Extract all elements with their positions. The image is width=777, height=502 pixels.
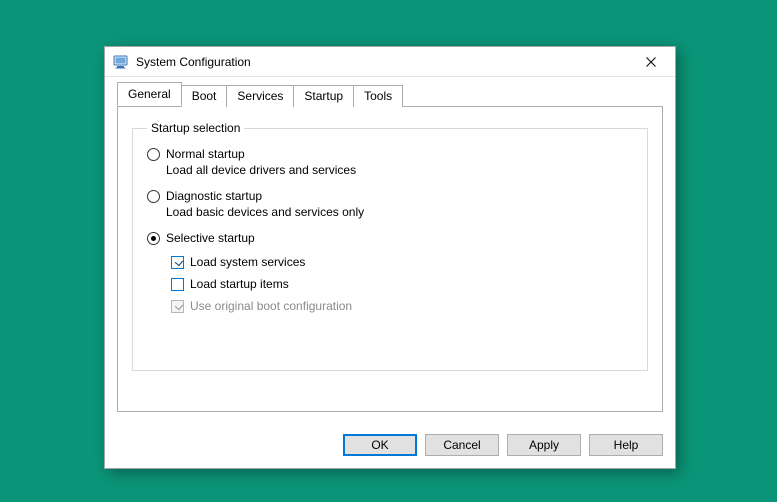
app-icon xyxy=(113,54,129,70)
tab-startup[interactable]: Startup xyxy=(293,85,354,107)
dialog-body: General Boot Services Startup Tools Star… xyxy=(105,77,675,424)
checkbox-icon xyxy=(171,300,184,313)
checkbox-label: Use original boot configuration xyxy=(190,299,352,313)
radio-label: Normal startup xyxy=(166,147,245,161)
cancel-button[interactable]: Cancel xyxy=(425,434,499,456)
title-bar: System Configuration xyxy=(105,47,675,77)
tab-services[interactable]: Services xyxy=(226,85,294,107)
radio-icon xyxy=(147,148,160,161)
system-configuration-dialog: System Configuration General Boot Servic… xyxy=(104,46,676,469)
tab-boot[interactable]: Boot xyxy=(181,85,228,107)
startup-selection-group: Startup selection Normal startup Load al… xyxy=(132,121,648,371)
checkbox-load-system-services[interactable]: Load system services xyxy=(171,255,633,269)
normal-startup-desc: Load all device drivers and services xyxy=(166,163,633,177)
ok-button[interactable]: OK xyxy=(343,434,417,456)
dialog-button-row: OK Cancel Apply Help xyxy=(105,424,675,468)
radio-selective-startup[interactable]: Selective startup xyxy=(147,231,633,245)
window-title: System Configuration xyxy=(136,55,629,69)
radio-icon xyxy=(147,232,160,245)
checkbox-load-startup-items[interactable]: Load startup items xyxy=(171,277,633,291)
checkbox-label: Load system services xyxy=(190,255,305,269)
apply-button[interactable]: Apply xyxy=(507,434,581,456)
tab-strip: General Boot Services Startup Tools xyxy=(117,85,663,107)
tab-tools[interactable]: Tools xyxy=(353,85,403,107)
checkbox-icon xyxy=(171,256,184,269)
help-button[interactable]: Help xyxy=(589,434,663,456)
radio-label: Selective startup xyxy=(166,231,255,245)
tab-general[interactable]: General xyxy=(117,82,182,106)
checkbox-label: Load startup items xyxy=(190,277,289,291)
radio-label: Diagnostic startup xyxy=(166,189,262,203)
diagnostic-startup-desc: Load basic devices and services only xyxy=(166,205,633,219)
radio-diagnostic-startup[interactable]: Diagnostic startup xyxy=(147,189,633,203)
radio-icon xyxy=(147,190,160,203)
radio-normal-startup[interactable]: Normal startup xyxy=(147,147,633,161)
close-button[interactable] xyxy=(629,48,673,76)
checkbox-use-original-boot: Use original boot configuration xyxy=(171,299,633,313)
close-icon xyxy=(646,57,656,67)
tab-page-general: Startup selection Normal startup Load al… xyxy=(117,107,663,412)
group-legend: Startup selection xyxy=(147,121,244,135)
checkbox-icon xyxy=(171,278,184,291)
